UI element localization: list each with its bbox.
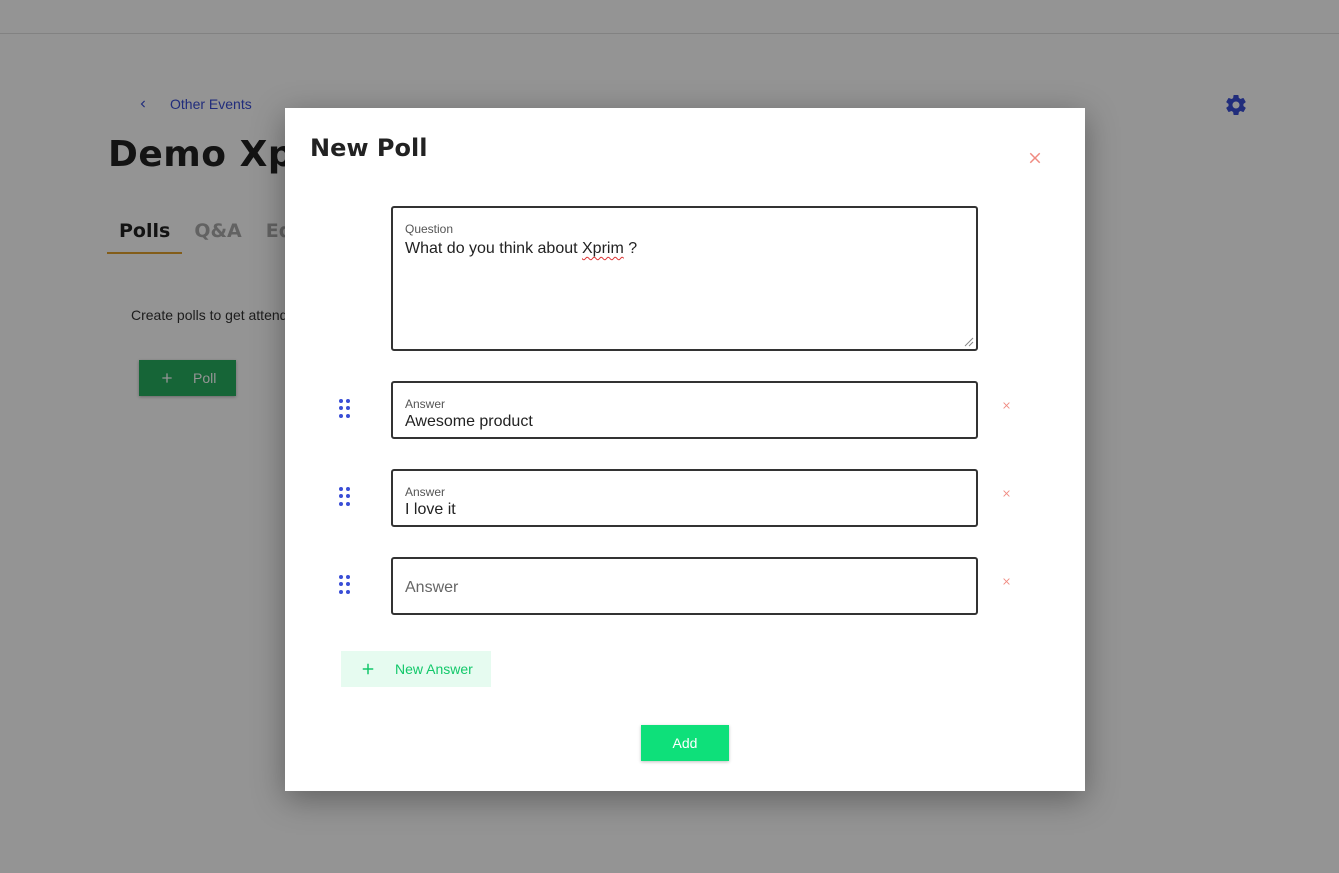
- drag-handle-icon[interactable]: [339, 575, 351, 595]
- drag-handle-icon[interactable]: [339, 487, 351, 507]
- misspelled-word: Xprim: [582, 240, 624, 257]
- remove-icon: [1002, 577, 1010, 585]
- answer-placeholder: Answer: [405, 579, 459, 596]
- close-button[interactable]: [1023, 146, 1047, 170]
- add-button[interactable]: Add: [641, 725, 729, 761]
- dialog-title: New Poll: [310, 134, 428, 162]
- answer-label: Answer: [405, 485, 446, 499]
- remove-icon: [1002, 489, 1010, 497]
- answer-field[interactable]: Answer I love it: [391, 469, 978, 527]
- answer-field[interactable]: Answer: [391, 557, 978, 615]
- answer-label: Answer: [405, 397, 446, 411]
- remove-answer-button[interactable]: [999, 398, 1013, 412]
- answer-value: I love it: [405, 501, 456, 518]
- remove-answer-button[interactable]: [999, 486, 1013, 500]
- question-value: What do you think about Xprim ?: [405, 240, 638, 257]
- resize-handle-icon[interactable]: [964, 337, 974, 347]
- question-field[interactable]: Question What do you think about Xprim ?: [391, 206, 978, 351]
- close-icon: [1029, 152, 1041, 164]
- new-poll-dialog: New Poll Question What do you think abou…: [285, 108, 1085, 791]
- question-label: Question: [405, 222, 454, 236]
- answer-value: Awesome product: [405, 413, 533, 430]
- new-answer-button[interactable]: New Answer: [341, 651, 491, 687]
- remove-answer-button[interactable]: [999, 574, 1013, 588]
- remove-icon: [1002, 401, 1010, 409]
- drag-handle-icon[interactable]: [339, 399, 351, 419]
- new-answer-label: New Answer: [395, 661, 473, 677]
- plus-icon: [362, 663, 374, 675]
- answer-field[interactable]: Answer Awesome product: [391, 381, 978, 439]
